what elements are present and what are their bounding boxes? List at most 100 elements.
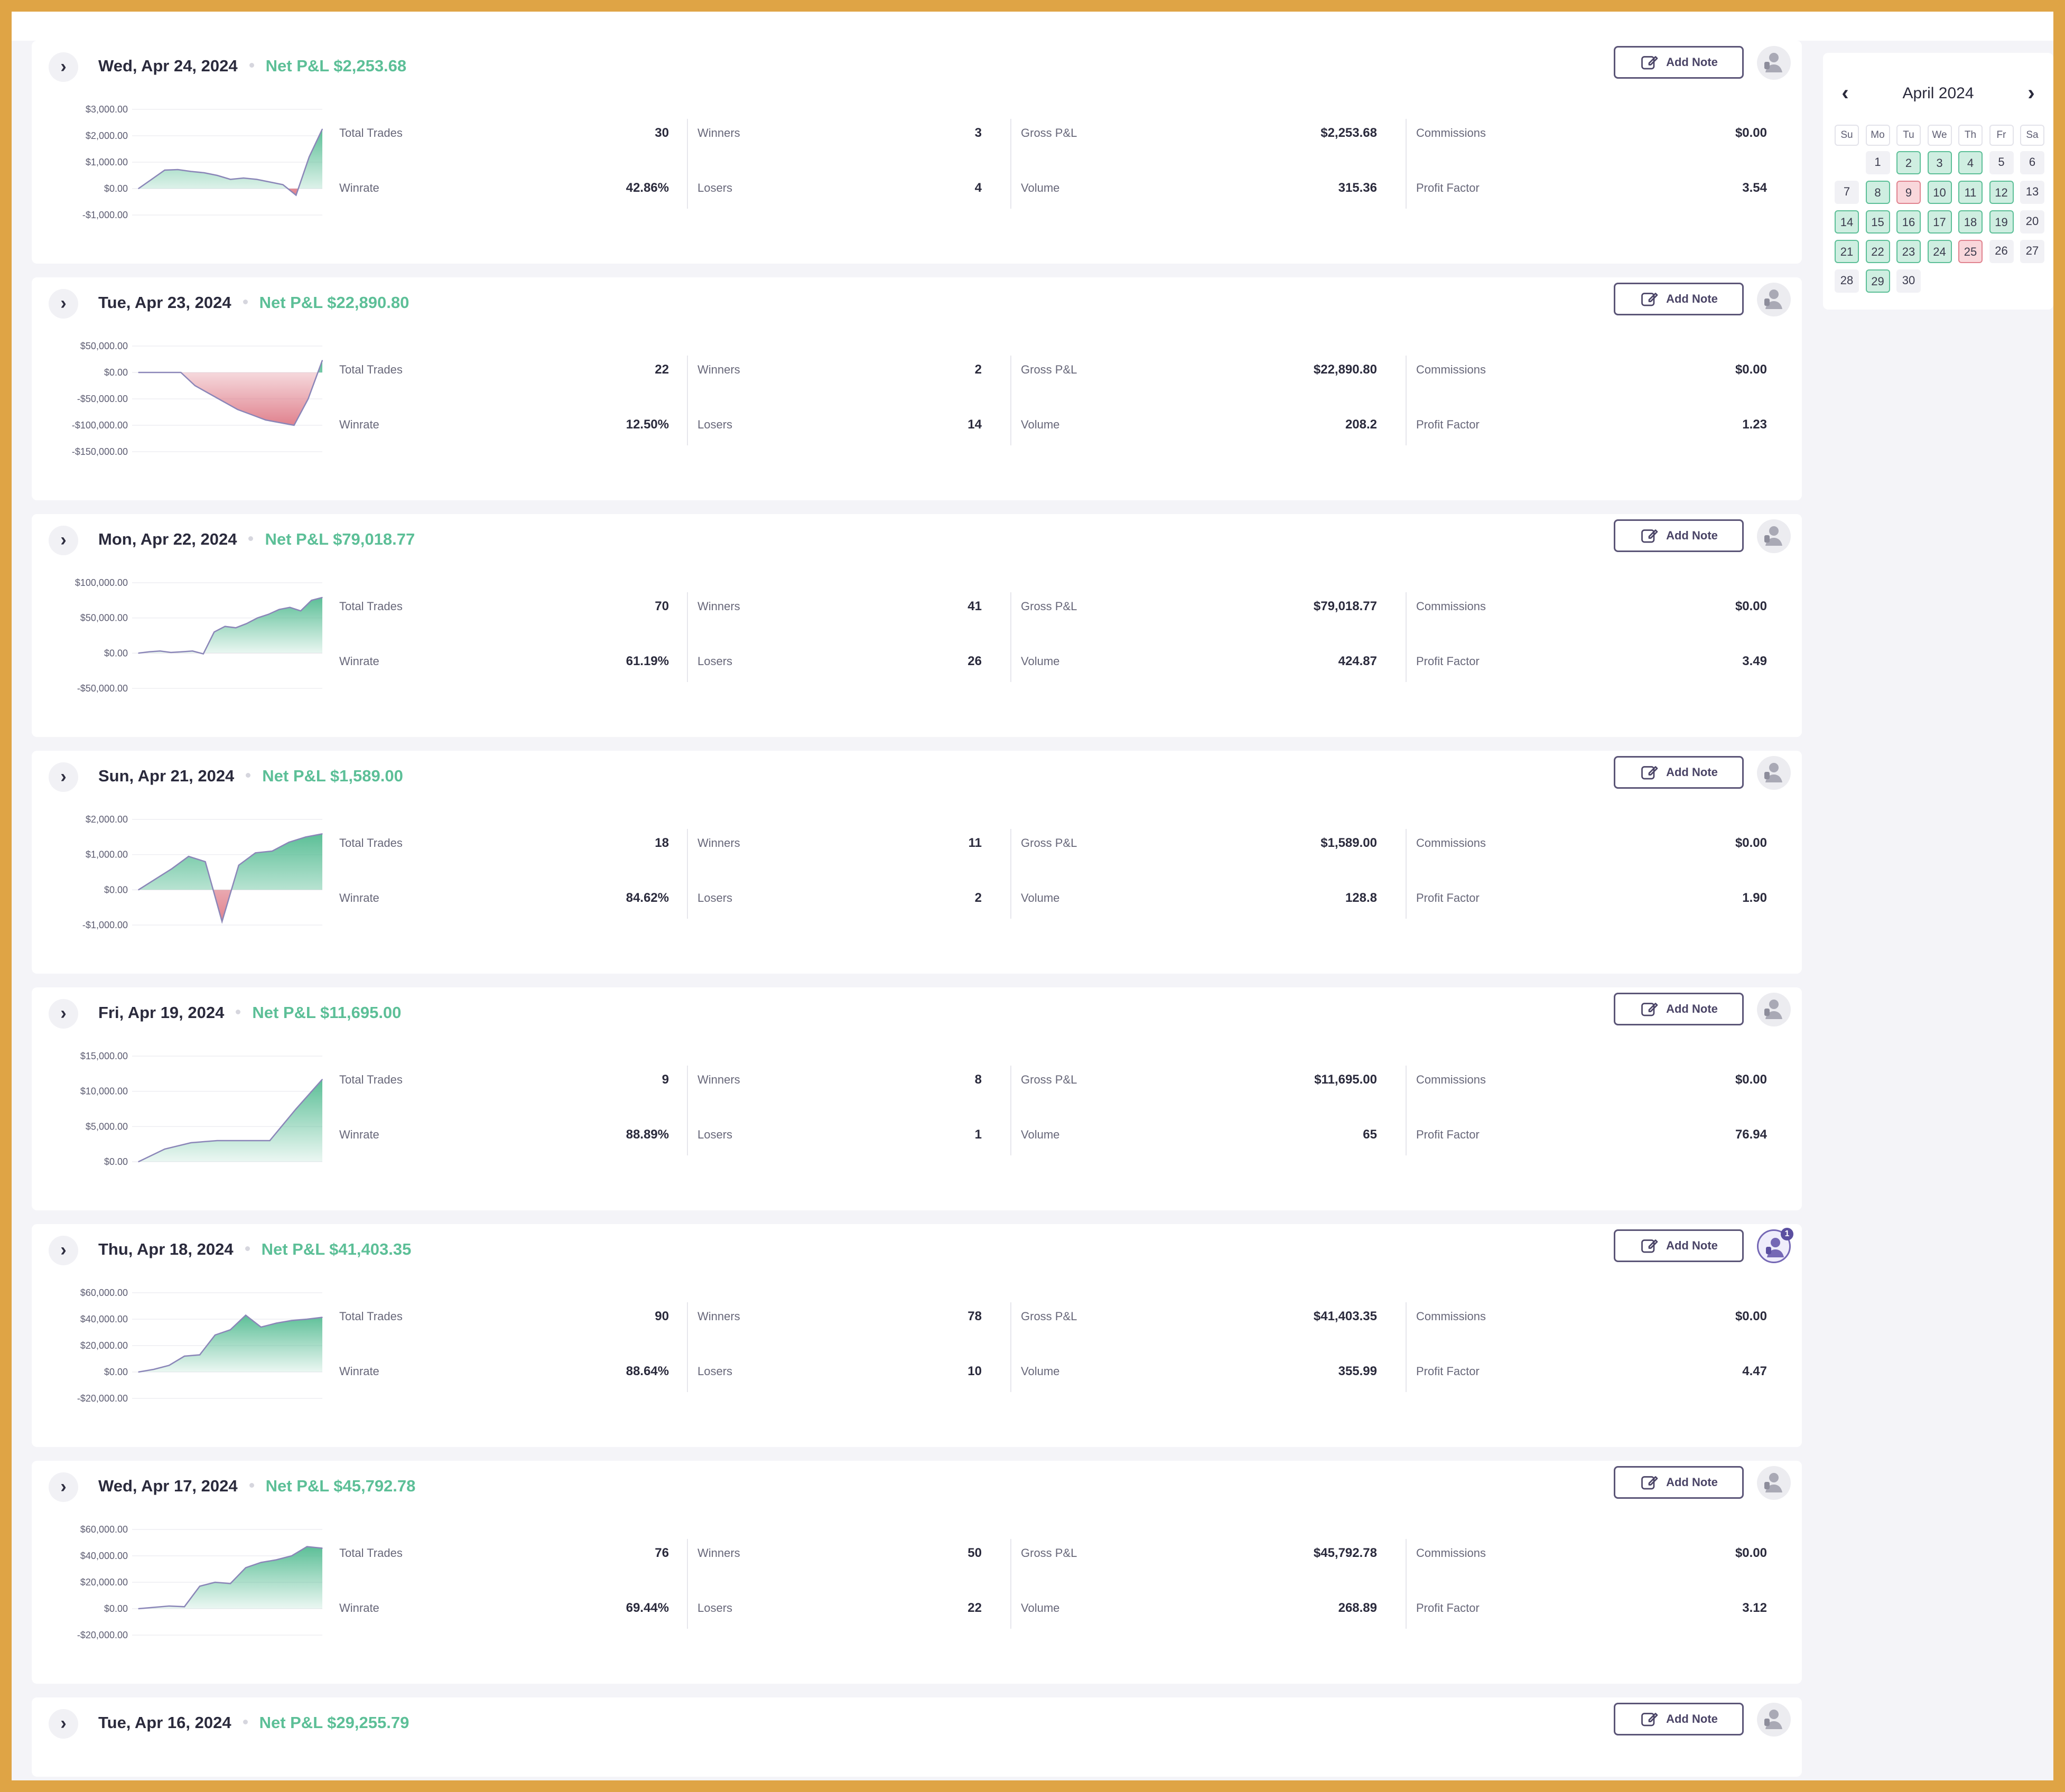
data-point — [154, 879, 156, 880]
calendar-day[interactable]: 15 — [1865, 210, 1890, 234]
calendar-day[interactable]: 2 — [1896, 151, 1921, 174]
data-point — [153, 1369, 154, 1370]
calendar-day[interactable]: 30 — [1896, 269, 1921, 293]
calendar-day[interactable]: 3 — [1927, 151, 1952, 174]
mentor-avatar[interactable] — [1757, 756, 1791, 790]
expand-button[interactable]: › — [49, 289, 78, 319]
calendar-day[interactable]: 4 — [1958, 151, 1983, 174]
expand-button[interactable]: › — [49, 1236, 78, 1265]
calendar-title: April 2024 — [1902, 85, 1974, 102]
calendar-day[interactable]: 11 — [1958, 181, 1983, 204]
calendar-day[interactable]: 16 — [1896, 210, 1921, 234]
data-point — [311, 600, 312, 601]
calendar-day[interactable]: 29 — [1865, 269, 1890, 293]
add-note-button[interactable]: Add Note — [1614, 1466, 1744, 1499]
y-tick-label: $0.00 — [104, 1603, 128, 1614]
stat-label-winners: Winners — [697, 126, 740, 139]
data-point — [257, 617, 258, 619]
calendar-day[interactable]: 6 — [2020, 151, 2044, 174]
y-tick-label: $1,000.00 — [86, 850, 128, 860]
calendar-day[interactable]: 24 — [1927, 240, 1952, 263]
calendar-day[interactable]: 7 — [1835, 181, 1859, 204]
calendar-day[interactable]: 17 — [1927, 210, 1952, 234]
data-point — [217, 1140, 218, 1141]
stat-label-losers: Losers — [697, 1365, 733, 1378]
calendar-day[interactable]: 20 — [2020, 210, 2044, 234]
calendar-day[interactable]: 25 — [1958, 240, 1983, 263]
mentor-avatar[interactable]: 1 — [1757, 1228, 1793, 1263]
data-point — [289, 606, 291, 608]
data-point — [160, 650, 161, 652]
stat-label-volume: Volume — [1021, 1128, 1060, 1141]
stat-label-winrate: Winrate — [339, 1128, 379, 1141]
stat-value-winrate: 12.50% — [626, 417, 669, 432]
y-tick-label: -$50,000.00 — [77, 394, 128, 404]
expand-button[interactable]: › — [49, 526, 78, 555]
add-note-button[interactable]: Add Note — [1614, 46, 1744, 79]
stat-divider — [1010, 1302, 1011, 1392]
add-note-button[interactable]: Add Note — [1614, 283, 1744, 315]
expand-button[interactable]: › — [49, 762, 78, 792]
day-date: Mon, Apr 22, 2024 Net P&L $79,018.77 — [98, 530, 415, 549]
stat-label-volume: Volume — [1021, 418, 1060, 431]
data-point — [192, 650, 193, 652]
cumulative-pnl-chart: $50,000.00 $0.00 -$50,000.00 -$100,000.00 -$… — [72, 341, 323, 457]
stat-label-winners: Winners — [697, 1073, 740, 1086]
calendar-day[interactable]: 12 — [1989, 181, 2014, 204]
calendar-day[interactable]: 21 — [1835, 240, 1859, 263]
stat-label-losers: Losers — [697, 418, 733, 431]
day-card: › Sun, Apr 21, 2024 Net P&L $1,589.00 Add N… — [32, 751, 1802, 974]
calendar-day[interactable]: 18 — [1958, 210, 1983, 234]
calendar-day[interactable]: 23 — [1896, 240, 1921, 263]
person-icon — [1759, 1238, 1792, 1267]
expand-button[interactable]: › — [49, 999, 78, 1029]
mentor-avatar[interactable] — [1757, 993, 1791, 1026]
stat-value-losers: 26 — [968, 654, 982, 668]
data-point — [180, 372, 182, 373]
calendar-day[interactable]: 8 — [1865, 181, 1890, 204]
mentor-avatar[interactable] — [1757, 283, 1791, 316]
calendar-day[interactable]: 9 — [1896, 181, 1921, 204]
calendar-day[interactable]: 1 — [1865, 151, 1890, 174]
calendar-day[interactable]: 28 — [1835, 269, 1859, 293]
stat-value-gross-pnl: $79,018.77 — [1313, 599, 1377, 613]
mentor-avatar[interactable] — [1757, 46, 1791, 80]
data-point — [245, 1314, 246, 1316]
calendar-day[interactable]: 26 — [1989, 240, 2014, 263]
stat-label-winrate: Winrate — [339, 655, 379, 668]
add-note-button[interactable]: Add Note — [1614, 519, 1744, 552]
expand-button[interactable]: › — [49, 1709, 78, 1739]
y-tick-label: -$20,000.00 — [77, 1393, 128, 1404]
calendar-day[interactable]: 5 — [1989, 151, 2014, 174]
day-card-header: › Thu, Apr 18, 2024 Net P&L $41,403.35 Add … — [32, 1224, 1802, 1272]
mentor-avatar[interactable] — [1757, 1703, 1791, 1737]
expand-button[interactable]: › — [49, 52, 78, 82]
calendar-day[interactable]: 14 — [1835, 210, 1859, 234]
notification-badge: 1 — [1781, 1228, 1793, 1240]
stat-label-commissions: Commissions — [1416, 126, 1486, 139]
calendar-day[interactable]: 27 — [2020, 240, 2044, 263]
data-point — [224, 626, 226, 627]
stat-value-total-trades: 18 — [655, 836, 669, 850]
mentor-avatar[interactable] — [1757, 1466, 1791, 1500]
stat-divider — [1010, 1539, 1011, 1629]
y-tick-label: -$50,000.00 — [77, 683, 128, 694]
calendar-day[interactable]: 10 — [1927, 181, 1952, 204]
add-note-button[interactable]: Add Note — [1614, 1229, 1744, 1262]
profit-area — [138, 1315, 322, 1372]
chevron-right-icon[interactable]: › — [2021, 82, 2042, 105]
add-note-button[interactable]: Add Note — [1614, 993, 1744, 1025]
stat-divider — [1406, 119, 1407, 209]
expand-button[interactable]: › — [49, 1472, 78, 1502]
mentor-avatar[interactable] — [1757, 519, 1791, 553]
stat-value-profit-factor: 76.94 — [1735, 1127, 1767, 1142]
calendar-day[interactable]: 22 — [1865, 240, 1890, 263]
weekday-header: Su — [1835, 125, 1859, 146]
profit-area — [138, 834, 322, 890]
calendar-day[interactable]: 13 — [2020, 181, 2044, 204]
calendar-day[interactable]: 19 — [1989, 210, 2014, 234]
data-point — [184, 1606, 185, 1608]
add-note-button[interactable]: Add Note — [1614, 756, 1744, 789]
data-point — [276, 1322, 277, 1324]
add-note-button[interactable]: Add Note — [1614, 1703, 1744, 1735]
